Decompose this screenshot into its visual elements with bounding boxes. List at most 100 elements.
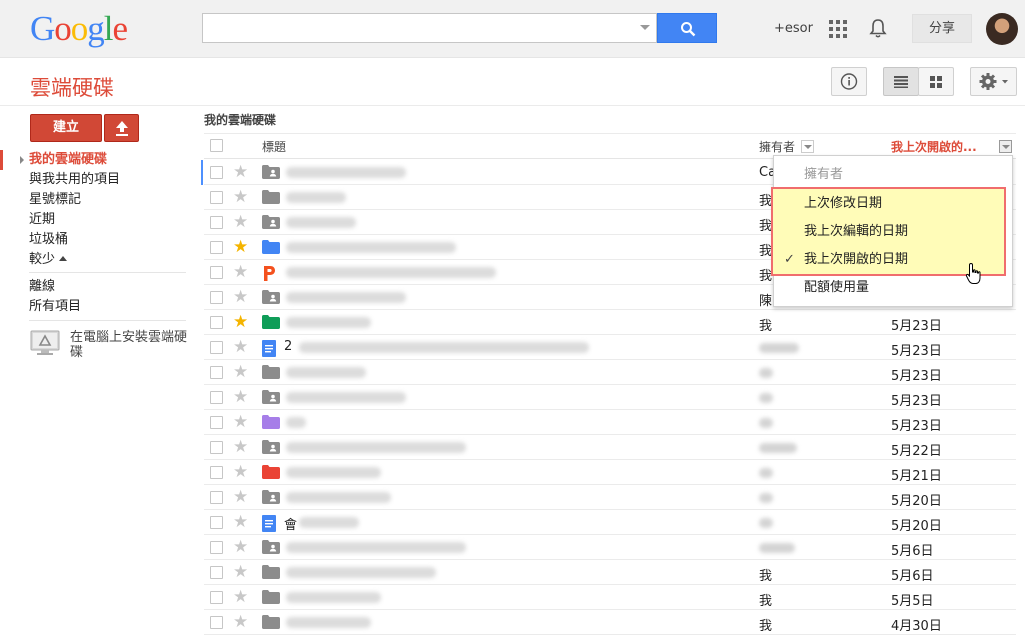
table-row[interactable]: ★ 我 4月30日 (204, 610, 1016, 635)
row-checkbox[interactable] (210, 541, 223, 554)
column-header-title[interactable]: 標題 (262, 138, 286, 155)
row-checkbox[interactable] (210, 316, 223, 329)
redacted-file-name[interactable] (286, 217, 356, 228)
star-icon[interactable]: ★ (233, 563, 248, 581)
row-checkbox[interactable] (210, 166, 223, 179)
table-row[interactable]: ★ 我 5月6日 (204, 560, 1016, 585)
redacted-file-name[interactable] (286, 317, 371, 328)
row-checkbox[interactable] (210, 591, 223, 604)
star-icon[interactable]: ★ (233, 613, 248, 631)
redacted-file-name[interactable] (286, 592, 381, 603)
star-icon[interactable]: ★ (233, 288, 248, 306)
star-icon[interactable]: ★ (233, 513, 248, 531)
row-checkbox[interactable] (210, 341, 223, 354)
star-icon[interactable]: ★ (233, 538, 248, 556)
sidebar-item-my-drive[interactable]: 我的雲端硬碟 (0, 150, 186, 170)
table-row[interactable]: ★ 5月23日 (204, 385, 1016, 410)
row-checkbox[interactable] (210, 466, 223, 479)
row-checkbox[interactable] (210, 441, 223, 454)
settings-button[interactable] (970, 67, 1017, 96)
redacted-file-name[interactable] (286, 467, 381, 478)
sort-menu-item[interactable]: 上次修改日期 (774, 190, 1012, 218)
list-view-button[interactable] (883, 67, 919, 96)
sidebar-item-shared-with-me[interactable]: 與我共用的項目 (0, 170, 186, 190)
star-icon[interactable]: ★ (233, 338, 248, 356)
owner-sort-dropdown[interactable] (801, 140, 814, 153)
grid-view-button[interactable] (918, 67, 954, 96)
table-row[interactable]: ★ 我 5月23日 (204, 310, 1016, 335)
search-button[interactable] (657, 13, 717, 43)
star-icon[interactable]: ★ (233, 488, 248, 506)
apps-grid-icon[interactable] (829, 20, 847, 38)
redacted-file-name[interactable] (286, 242, 456, 253)
star-icon[interactable]: ★ (233, 163, 248, 181)
row-checkbox[interactable] (210, 616, 223, 629)
redacted-file-name[interactable] (299, 517, 359, 528)
star-icon[interactable]: ★ (233, 213, 248, 231)
search-options-chevron-icon[interactable] (640, 25, 650, 30)
row-checkbox[interactable] (210, 366, 223, 379)
redacted-file-name[interactable] (299, 342, 589, 353)
sidebar-item-less[interactable]: 較少 (0, 250, 186, 270)
breadcrumb[interactable]: 我的雲端硬碟 (204, 111, 276, 128)
expand-arrow-icon[interactable] (20, 156, 24, 164)
redacted-file-name[interactable] (286, 492, 391, 503)
row-checkbox[interactable] (210, 266, 223, 279)
row-checkbox[interactable] (210, 241, 223, 254)
sidebar-item-offline[interactable]: 離線 (0, 277, 186, 297)
sidebar-item-trash[interactable]: 垃圾桶 (0, 230, 186, 250)
row-checkbox[interactable] (210, 416, 223, 429)
table-row[interactable]: ★ 5月22日 (204, 435, 1016, 460)
create-button[interactable]: 建立 (30, 114, 102, 142)
row-checkbox[interactable] (210, 491, 223, 504)
sort-menu-item[interactable]: 我上次編輯的日期 (774, 218, 1012, 246)
redacted-file-name[interactable] (286, 442, 466, 453)
star-icon[interactable]: ★ (233, 588, 248, 606)
row-checkbox[interactable] (210, 566, 223, 579)
table-row[interactable]: ★ 5月6日 (204, 535, 1016, 560)
star-icon[interactable]: ★ (233, 363, 248, 381)
redacted-file-name[interactable] (286, 617, 371, 628)
redacted-file-name[interactable] (286, 167, 406, 178)
column-header-owner[interactable]: 擁有者 (759, 138, 795, 155)
select-all-checkbox[interactable] (210, 139, 223, 152)
star-icon[interactable]: ★ (233, 388, 248, 406)
sidebar-item-recent[interactable]: 近期 (0, 210, 186, 230)
upload-button[interactable] (104, 114, 139, 142)
avatar[interactable] (986, 13, 1018, 45)
star-icon[interactable]: ★ (233, 188, 248, 206)
plus-user-link[interactable]: +esor (774, 21, 813, 36)
star-icon[interactable]: ★ (233, 438, 248, 456)
row-checkbox[interactable] (210, 516, 223, 529)
star-icon[interactable]: ★ (233, 263, 248, 281)
row-checkbox[interactable] (210, 191, 223, 204)
notification-bell-icon[interactable] (869, 18, 887, 39)
redacted-file-name[interactable] (286, 542, 466, 553)
redacted-file-name[interactable] (286, 392, 406, 403)
redacted-file-name[interactable] (286, 567, 436, 578)
share-button[interactable]: 分享 (912, 14, 972, 43)
table-row[interactable]: ★ 5月20日 (204, 485, 1016, 510)
google-logo[interactable]: Google (30, 9, 128, 49)
sidebar-item-starred[interactable]: 星號標記 (0, 190, 186, 210)
redacted-file-name[interactable] (286, 367, 366, 378)
table-row[interactable]: ★ 2 5月23日 (204, 335, 1016, 360)
sidebar-item-all-items[interactable]: 所有項目 (0, 297, 186, 317)
redacted-file-name[interactable] (286, 267, 496, 278)
redacted-file-name[interactable] (286, 292, 406, 303)
app-title[interactable]: 雲端硬碟 (30, 72, 114, 102)
column-header-last-opened[interactable]: 我上次開啟的... (891, 138, 977, 155)
table-row[interactable]: ★ 5月23日 (204, 360, 1016, 385)
row-checkbox[interactable] (210, 291, 223, 304)
details-button[interactable] (831, 67, 867, 96)
table-row[interactable]: ★ 5月21日 (204, 460, 1016, 485)
row-checkbox[interactable] (210, 216, 223, 229)
star-icon[interactable]: ★ (233, 238, 248, 256)
table-row[interactable]: ★ 5月23日 (204, 410, 1016, 435)
star-icon[interactable]: ★ (233, 413, 248, 431)
redacted-file-name[interactable] (286, 192, 346, 203)
star-icon[interactable]: ★ (233, 463, 248, 481)
table-row[interactable]: ★ 我 5月5日 (204, 585, 1016, 610)
table-row[interactable]: ★ 會 5月20日 (204, 510, 1016, 535)
row-checkbox[interactable] (210, 391, 223, 404)
